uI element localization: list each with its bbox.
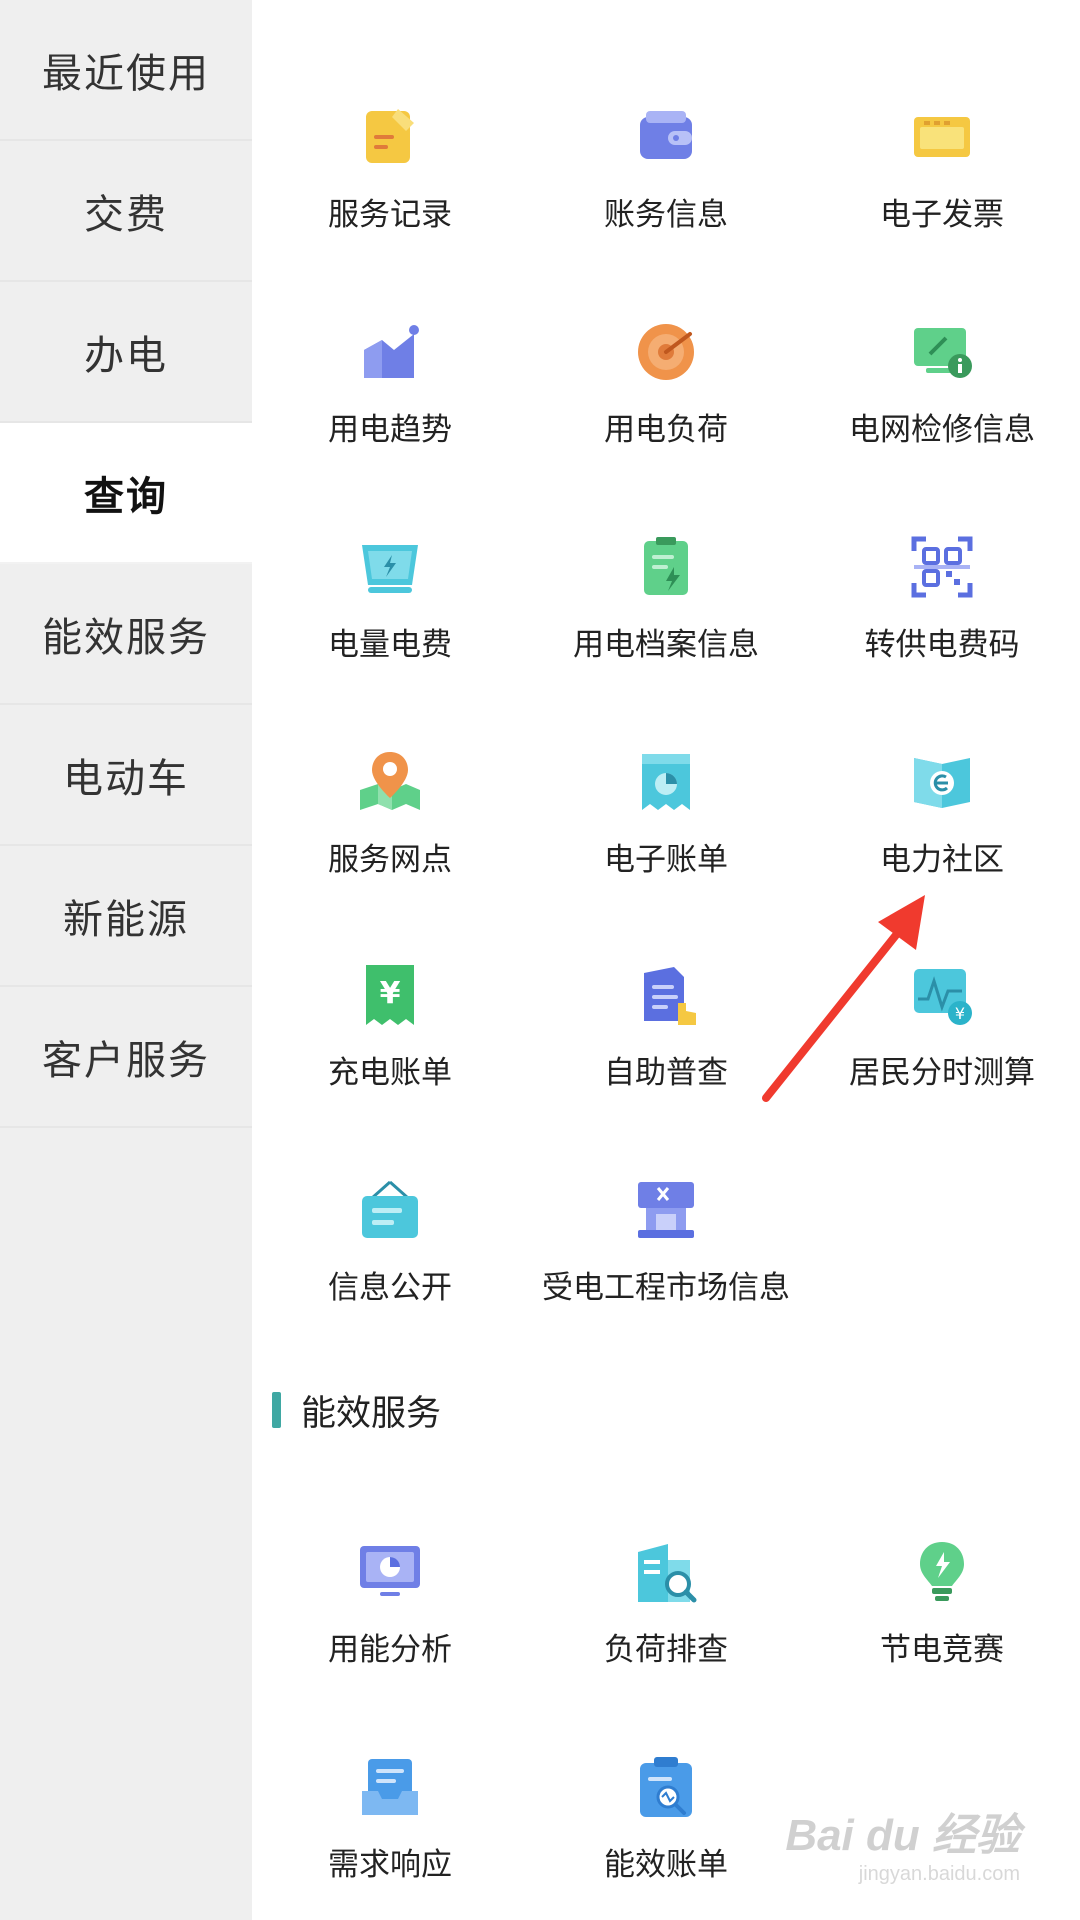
e-bill-icon [642,754,690,810]
sidebar-item-query[interactable]: 查询 [0,423,252,564]
tile-power-project-market[interactable]: 受电工程市场信息 [528,1178,804,1378]
trend-chart-icon [364,325,419,378]
building-search-icon [638,1544,697,1603]
tile-info-disclosure[interactable]: 信息公开 [252,1178,528,1378]
watermark-sub: jingyan.baidu.com [858,1863,1020,1885]
tile-service-outlets[interactable]: 服务网点 [252,750,528,950]
category-sidebar: 最近使用 交费 办电 查询 能效服务 电动车 新能源 客户服务 [0,0,252,1920]
main-content: 服务记录 账务信息 电子发票 用电趋势 用电负荷 电网检修信息 电量电费 用电档… [252,0,1080,1920]
tile-label: 用能分析 [328,1632,452,1668]
note-icon [366,109,414,163]
tile-label: 用电档案信息 [573,627,759,663]
tile-label: 节电竞赛 [880,1632,1004,1668]
map-pin-icon [360,752,420,810]
market-building-icon [638,1182,694,1238]
tile-label: 居民分时测算 [849,1055,1035,1091]
archive-icon [644,537,688,595]
svg-text:¥: ¥ [380,976,401,1011]
tile-label: 电子发票 [880,197,1004,233]
electricity-bill-icon [362,545,418,593]
sidebar-item-payment[interactable]: 交费 [0,141,252,282]
tile-time-of-use-calc[interactable]: ¥ 居民分时测算 [804,963,1080,1163]
tile-charging-bill[interactable]: ¥ 充电账单 [252,963,528,1163]
tile-account-info[interactable]: 账务信息 [528,105,804,305]
tile-label: 负荷排查 [604,1632,728,1668]
tray-icon [362,1759,418,1815]
signboard-icon [362,1180,418,1238]
tile-label: 账务信息 [604,197,728,233]
tile-label: 电量电费 [328,627,452,663]
monitor-pie-icon [360,1546,420,1596]
tile-label: 受电工程市场信息 [542,1270,790,1306]
tile-self-check[interactable]: 自助普查 [528,963,804,1163]
invoice-icon [914,117,970,157]
tile-electricity-bill[interactable]: 电量电费 [252,535,528,735]
tile-usage-archive[interactable]: 用电档案信息 [528,535,804,735]
tile-transfer-fee-code[interactable]: 转供电费码 [804,535,1080,735]
tile-label: 服务记录 [328,197,452,233]
gauge-icon [638,324,694,380]
tile-power-load[interactable]: 用电负荷 [528,320,804,520]
tile-load-investigation[interactable]: 负荷排查 [528,1540,804,1740]
sidebar-item-efficiency[interactable]: 能效服务 [0,564,252,705]
section-accent-bar [272,1392,281,1428]
section-title: 能效服务 [301,1393,442,1434]
tile-label: 转供电费码 [864,627,1020,663]
grid-maintenance-icon [914,328,972,378]
sidebar-item-customer-service[interactable]: 客户服务 [0,987,252,1128]
sidebar-item-new-energy[interactable]: 新能源 [0,846,252,987]
clipboard-search-icon [640,1757,692,1817]
wallet-icon [640,111,692,159]
tile-e-invoice[interactable]: 电子发票 [804,105,1080,305]
tile-label: 用电负荷 [604,412,728,448]
yuan-receipt-icon: ¥ [366,965,414,1025]
tile-label: 充电账单 [328,1055,452,1091]
svg-text:¥: ¥ [955,1004,965,1023]
time-of-use-icon: ¥ [914,969,972,1025]
tile-grid-maintenance[interactable]: 电网检修信息 [804,320,1080,520]
tile-label: 信息公开 [328,1270,452,1306]
tile-label: 需求响应 [328,1847,452,1883]
tile-label: 电力社区 [880,842,1004,878]
tile-e-bill[interactable]: 电子账单 [528,750,804,950]
qr-code-icon [911,536,973,598]
tile-label: 能效账单 [604,1847,728,1883]
self-check-icon [644,967,696,1025]
tile-label: 服务网点 [328,842,452,878]
tile-label: 自助普查 [604,1055,728,1091]
tile-label: 电网检修信息 [849,412,1035,448]
baidu-watermark: Bai du 经验 jingyan.baidu.com [785,1799,1020,1886]
section-header-efficiency: 能效服务 [272,1390,441,1434]
tile-usage-trend[interactable]: 用电趋势 [252,320,528,520]
tile-efficiency-bill[interactable]: 能效账单 [528,1755,804,1920]
tile-demand-response[interactable]: 需求响应 [252,1755,528,1920]
watermark-main: Bai du 经验 [785,1811,1020,1860]
tile-label: 用电趋势 [328,412,452,448]
lightbulb-icon [920,1542,964,1601]
community-book-icon [914,758,970,808]
tile-energy-analysis[interactable]: 用能分析 [252,1540,528,1740]
tile-power-saving-contest[interactable]: 节电竞赛 [804,1540,1080,1740]
tile-power-community[interactable]: 电力社区 [804,750,1080,950]
sidebar-item-recent[interactable]: 最近使用 [0,0,252,141]
sidebar-item-ev[interactable]: 电动车 [0,705,252,846]
tile-service-record[interactable]: 服务记录 [252,105,528,305]
sidebar-item-apply[interactable]: 办电 [0,282,252,423]
tile-label: 电子账单 [604,842,728,878]
